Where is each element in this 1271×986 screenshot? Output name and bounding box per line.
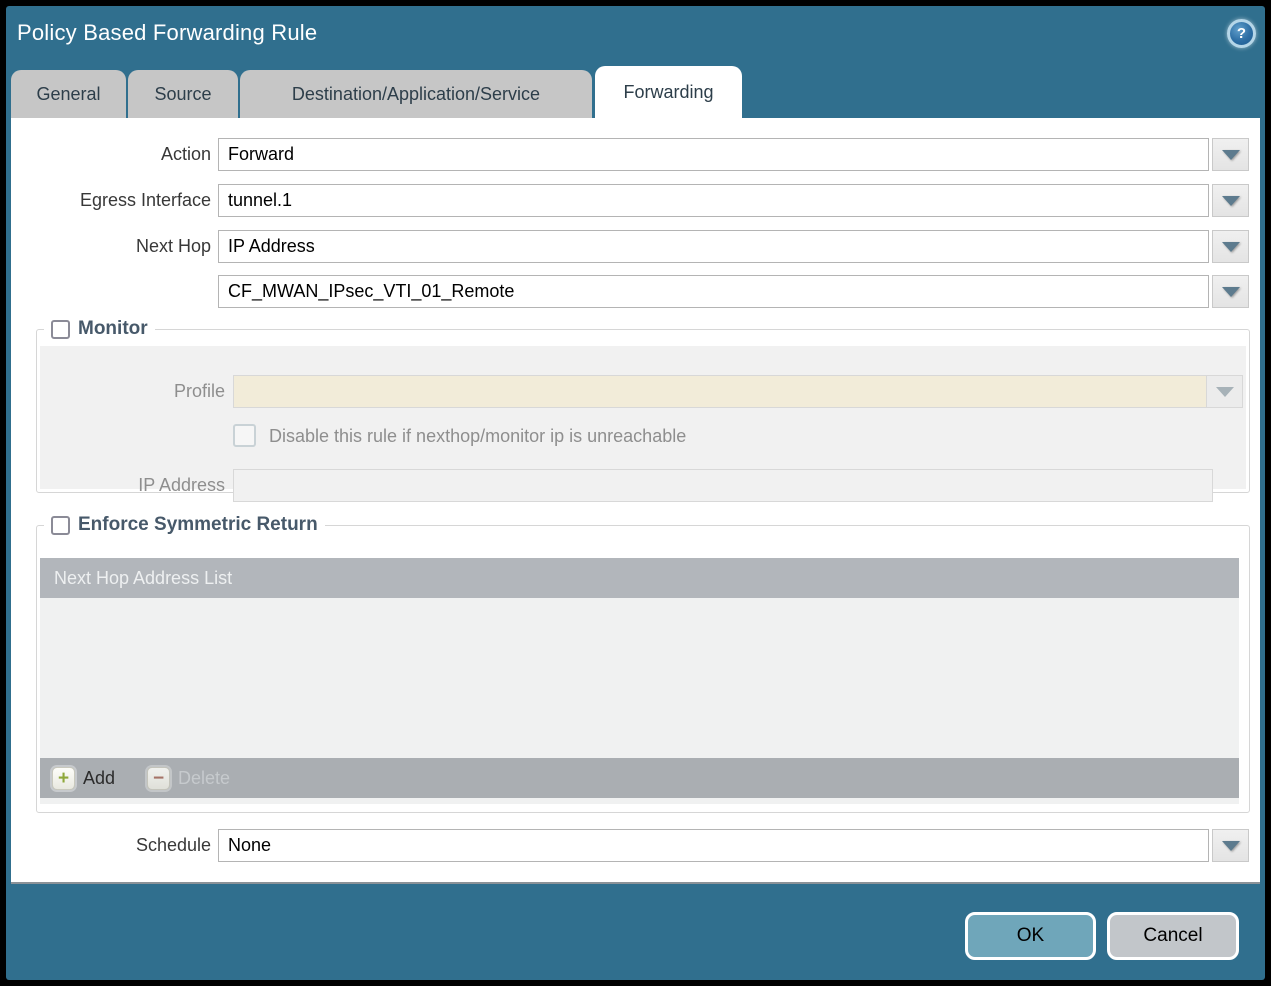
schedule-label: Schedule	[135, 835, 211, 855]
monitor-ip-address-input	[233, 469, 1213, 502]
tab-general[interactable]: General	[11, 70, 126, 118]
next-hop-type-select[interactable]: IP Address	[218, 230, 1209, 263]
chevron-down-icon	[1221, 840, 1240, 851]
delete-button: − Delete	[147, 766, 231, 790]
profile-label: Profile	[173, 381, 225, 401]
enforce-symmetric-return-legend-label: Enforce Symmetric Return	[78, 514, 318, 535]
next-hop-type-dropdown-button[interactable]	[1212, 230, 1249, 263]
tab-source[interactable]: Source	[128, 70, 238, 118]
action-select[interactable]: Forward	[218, 138, 1209, 171]
monitor-legend: Monitor	[44, 316, 155, 342]
enforce-symmetric-return-legend: Enforce Symmetric Return	[44, 512, 325, 538]
enforce-symmetric-return-checkbox[interactable]	[51, 515, 70, 535]
schedule-dropdown-button[interactable]	[1212, 829, 1249, 862]
help-icon[interactable]: ?	[1227, 19, 1256, 48]
tab-destination-application-service[interactable]: Destination/Application/Service	[240, 70, 592, 118]
next-hop-address-select[interactable]: CF_MWAN_IPsec_VTI_01_Remote	[218, 275, 1209, 308]
tab-general-label: General	[36, 83, 101, 104]
enforce-symmetric-return-fieldset: Enforce Symmetric Return Next Hop Addres…	[36, 512, 1250, 813]
egress-interface-dropdown-button[interactable]	[1212, 184, 1249, 217]
forwarding-tab-panel: Action Forward Egress Interface tunnel.1…	[11, 118, 1260, 884]
egress-interface-row: Egress Interface tunnel.1	[11, 184, 1260, 217]
schedule-row: Schedule None	[11, 829, 1260, 862]
monitor-fieldset: Monitor Profile Disable this rule if nex…	[36, 316, 1250, 502]
tab-destination-label: Destination/Application/Service	[291, 83, 541, 104]
next-hop-address-row: CF_MWAN_IPsec_VTI_01_Remote	[11, 275, 1260, 308]
egress-interface-label: Egress Interface	[79, 190, 211, 210]
chevron-down-icon	[1221, 149, 1240, 160]
next-hop-label: Next Hop	[135, 236, 211, 256]
chevron-down-icon	[1221, 286, 1240, 297]
action-row: Action Forward	[11, 138, 1260, 171]
monitor-legend-label: Monitor	[78, 318, 148, 339]
chevron-down-icon	[1215, 386, 1234, 397]
next-hop-address-list-header: Next Hop Address List	[40, 558, 1239, 598]
disable-rule-checkbox-label: Disable this rule if nexthop/monitor ip …	[269, 426, 687, 446]
tab-source-label: Source	[154, 83, 212, 104]
next-hop-address-list-toolbar: + Add − Delete	[40, 758, 1239, 798]
plus-icon: +	[52, 766, 75, 790]
next-hop-row: Next Hop IP Address	[11, 230, 1260, 263]
egress-interface-select[interactable]: tunnel.1	[218, 184, 1209, 217]
monitor-ip-address-label: IP Address	[138, 475, 225, 495]
tab-forwarding[interactable]: Forwarding	[595, 66, 742, 118]
ok-button[interactable]: OK	[965, 912, 1096, 960]
pbf-rule-dialog: Policy Based Forwarding Rule ? General S…	[6, 6, 1265, 980]
profile-select	[233, 375, 1213, 408]
disable-rule-checkbox	[233, 424, 256, 447]
schedule-select[interactable]: None	[218, 829, 1209, 862]
next-hop-address-list-body[interactable]	[40, 598, 1239, 758]
action-dropdown-button[interactable]	[1212, 138, 1249, 171]
cancel-button-label: Cancel	[1143, 925, 1203, 946]
dialog-title: Policy Based Forwarding Rule	[17, 20, 318, 45]
tab-forwarding-label: Forwarding	[623, 81, 714, 102]
help-icon-glyph: ?	[1236, 25, 1247, 42]
monitor-disabled-area: Profile Disable this rule if nexthop/mon…	[40, 346, 1246, 502]
cancel-button[interactable]: Cancel	[1107, 912, 1239, 960]
chevron-down-icon	[1221, 241, 1240, 252]
table-bottom-strip	[40, 798, 1239, 804]
minus-icon: −	[147, 766, 171, 790]
add-button-label: Add	[83, 767, 116, 788]
next-hop-address-dropdown-button[interactable]	[1212, 275, 1249, 308]
chevron-down-icon	[1221, 195, 1240, 206]
monitor-checkbox[interactable]	[51, 319, 70, 339]
ok-button-label: OK	[1016, 925, 1045, 946]
action-label: Action	[160, 144, 211, 164]
delete-button-label: Delete	[178, 767, 231, 788]
profile-dropdown-button	[1206, 375, 1243, 408]
next-hop-address-list-table: Next Hop Address List + Add − Delete	[40, 558, 1239, 804]
add-button[interactable]: + Add	[52, 766, 116, 790]
